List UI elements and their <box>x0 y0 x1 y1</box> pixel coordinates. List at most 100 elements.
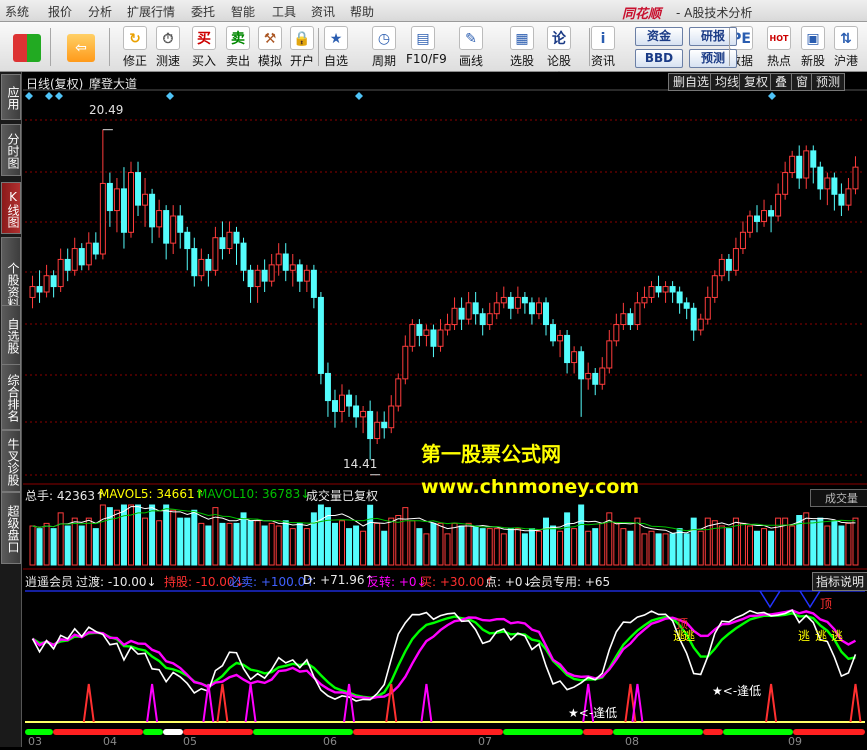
candle-up <box>85 242 92 266</box>
toolbar-small-button-0[interactable]: 资金 <box>635 27 683 46</box>
toolbar-button-9[interactable]: ✎ 画线 <box>454 24 488 70</box>
toolbar-button-2[interactable]: 买买入 <box>187 24 221 70</box>
toolbar-icon-15: ▣ <box>801 26 825 50</box>
candle-up <box>388 405 395 429</box>
layout-icon[interactable] <box>8 24 46 70</box>
candle-up <box>585 372 592 380</box>
candle-down <box>296 264 303 282</box>
candle-up <box>845 188 852 206</box>
volume-bar <box>205 525 212 566</box>
toolbar-button-10[interactable]: ▦ 选股 <box>505 24 539 70</box>
candle-up <box>71 248 78 271</box>
candle-down <box>578 351 585 380</box>
candle-up <box>29 286 36 298</box>
sidebar-tab-7[interactable]: 超级盘口 <box>1 492 21 564</box>
candle-up <box>444 324 451 331</box>
candle-up <box>303 269 310 282</box>
candle-up <box>789 155 796 174</box>
candle-up <box>662 286 669 293</box>
toolbar-icon-1: ⏱ <box>156 26 180 50</box>
candle-up <box>226 231 233 250</box>
toolbar-button-6[interactable]: ★自选股 <box>319 24 353 85</box>
chart-button-2[interactable]: 复权 <box>739 73 774 91</box>
toolbar-button-4[interactable]: ⚒ 模拟 <box>253 24 287 70</box>
indicator-help-button[interactable]: 指标说明 <box>812 572 867 591</box>
candle-down <box>479 313 486 326</box>
toolbar-button-5[interactable]: 🔒 开户 <box>285 24 319 70</box>
volume-bar <box>331 522 338 566</box>
candle-up <box>613 324 620 342</box>
menu-item-7[interactable]: 资讯 <box>311 3 335 20</box>
toolbar-button-11[interactable]: 论论股堂 <box>542 24 576 85</box>
volume-bar <box>423 533 430 566</box>
candle-down <box>528 302 535 315</box>
candle-up <box>57 258 64 288</box>
candle-down <box>78 248 85 266</box>
signal-escape-3: 逃 <box>798 629 811 643</box>
candle-up <box>557 334 564 342</box>
toolbar-label-7: 周期 <box>371 54 396 68</box>
candle-up <box>142 193 149 206</box>
candle-down <box>353 405 360 418</box>
sidebar-tab-4[interactable]: 自选股 <box>1 305 21 365</box>
menu-item-2[interactable]: 分析 <box>88 3 112 20</box>
menu-item-8[interactable]: 帮助 <box>350 3 374 20</box>
volume-bar <box>662 533 669 566</box>
toolbar-button-15[interactable]: ▣ 新股 <box>796 24 830 70</box>
volume-bar <box>339 520 346 566</box>
volume-bar <box>43 522 50 566</box>
candle-up <box>170 215 177 244</box>
volume-bar <box>212 507 219 566</box>
toolbar-button-12[interactable]: i 资讯 <box>586 24 620 70</box>
volume-bar <box>57 512 64 566</box>
period-label[interactable]: 日线(复权) <box>26 75 83 92</box>
candle-up <box>571 351 578 364</box>
volume-bar <box>620 528 627 566</box>
volume-bar <box>149 504 156 566</box>
volume-bar <box>289 528 296 566</box>
sidebar-tab-2[interactable]: K线图 <box>1 182 21 234</box>
volume-bar <box>240 512 247 566</box>
toolbar-icon-12: i <box>591 26 615 50</box>
candle-up <box>493 302 500 315</box>
sidebar-tab-5[interactable]: 综合排名 <box>1 364 21 430</box>
brand-subtitle: - A股技术分析 <box>676 6 753 20</box>
menu-item-5[interactable]: 智能 <box>231 3 255 20</box>
sidebar-tab-1[interactable]: 分时图 <box>1 124 21 176</box>
trend-status-segment <box>723 729 793 735</box>
toolbar-button-0[interactable]: ↻ 修正 <box>118 24 152 70</box>
menu-item-0[interactable]: 系统 <box>5 3 29 20</box>
menu-item-6[interactable]: 工具 <box>272 3 296 20</box>
volume-bar <box>85 517 92 566</box>
toolbar-button-14[interactable]: HOT 热点 <box>762 24 796 70</box>
menu-item-1[interactable]: 报价 <box>48 3 72 20</box>
chart-button-0[interactable]: 删自选 <box>668 73 715 91</box>
candle-down <box>430 329 437 347</box>
chart-button-5[interactable]: 预测 <box>811 73 846 91</box>
member-value: 会员专用: +65 <box>529 575 611 589</box>
menu-item-4[interactable]: 委托 <box>191 3 215 20</box>
candle-up <box>437 329 444 347</box>
x-tick-6: 09 <box>788 735 802 748</box>
toolbar-separator <box>109 28 110 66</box>
candle-down <box>521 296 528 304</box>
chart-button-4[interactable]: 窗 <box>791 73 814 91</box>
candle-down <box>676 291 683 304</box>
volume-bar <box>739 522 746 566</box>
menu-item-3[interactable]: 扩展行情 <box>127 3 175 20</box>
volume-indicator-dropdown[interactable]: 成交量 <box>810 489 867 507</box>
toolbar-button-8[interactable]: ▤ F10/F9 <box>406 24 447 70</box>
sidebar-tab-0[interactable]: 应用 <box>1 74 21 120</box>
chart-button-3[interactable]: 叠 <box>770 73 793 91</box>
back-arrow-icon[interactable]: ⇦ <box>62 24 100 70</box>
volume-bar <box>317 504 324 566</box>
x-tick-3: 06 <box>323 735 337 748</box>
sidebar-tab-6[interactable]: 牛叉诊股 <box>1 430 21 492</box>
toolbar-button-1[interactable]: ⏱ 测速 <box>151 24 185 70</box>
chart-area[interactable]: 日线(复权) 摩登大道 删自选 均线 复权叠窗预测 20.49 14.41 第一股票… <box>23 72 867 748</box>
toolbar-button-3[interactable]: 卖卖出 <box>221 24 255 70</box>
candle-down <box>184 231 191 250</box>
toolbar-button-16[interactable]: ⇅ 沪港 <box>829 24 863 70</box>
toolbar-small-button-2[interactable]: BBD <box>635 49 683 68</box>
toolbar-button-7[interactable]: ◷ 周期 <box>367 24 401 70</box>
